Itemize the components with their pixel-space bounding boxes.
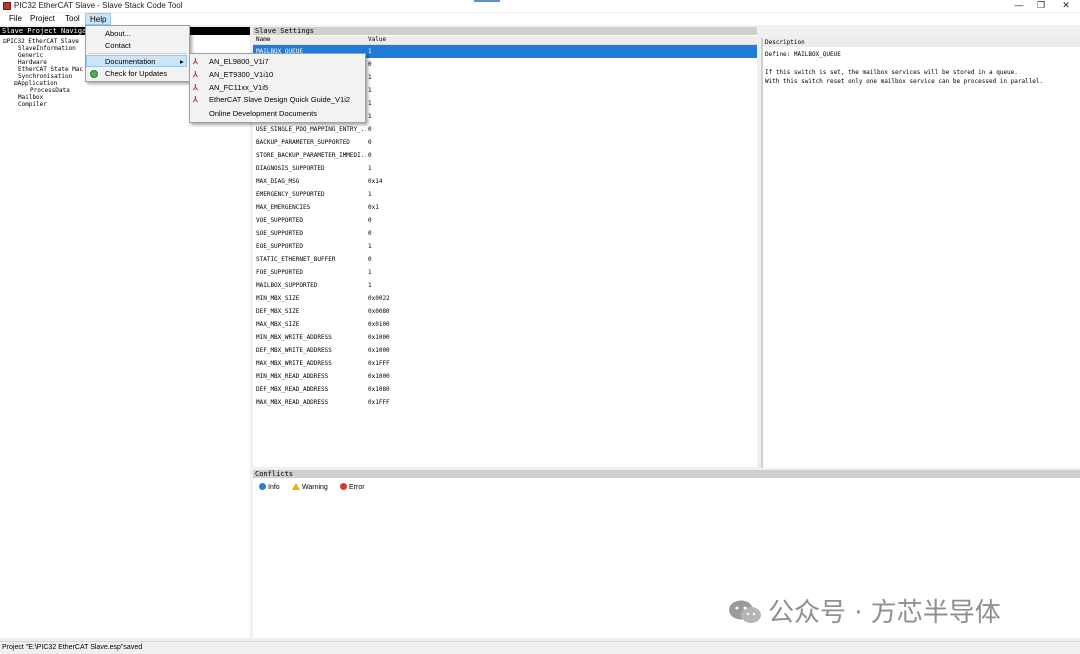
warning-icon bbox=[292, 483, 300, 490]
doc-item-an-el9800[interactable]: ⅄ AN_EL9800_V1i7 bbox=[190, 56, 363, 68]
table-row[interactable]: DEF_MBX_SIZE 0x0080 bbox=[253, 305, 757, 318]
conflicts-tab-error[interactable]: Error bbox=[340, 483, 365, 492]
tree-item-hardware[interactable]: Hardware bbox=[18, 59, 47, 66]
tree-item-processdata[interactable]: ProcessData bbox=[30, 87, 70, 94]
pdf-icon: ⅄ bbox=[193, 70, 198, 79]
info-icon bbox=[259, 483, 266, 490]
table-row[interactable]: VOE_SUPPORTED 0 bbox=[253, 214, 757, 227]
help-menu: About... Contact Documentation ▸ Check f… bbox=[85, 25, 190, 82]
doc-item-an-fc11xx[interactable]: ⅄ AN_FC11xx_V1i5 bbox=[190, 82, 363, 94]
menu-item-documentation[interactable]: Documentation ▸ bbox=[86, 55, 187, 67]
table-row[interactable]: MAX_MBX_SIZE 0x0100 bbox=[253, 318, 757, 331]
tree-item-synchronisation[interactable]: Synchronisation bbox=[18, 73, 72, 80]
menu-help[interactable]: Help bbox=[85, 13, 112, 25]
error-icon bbox=[340, 483, 347, 490]
tree-item-mailbox[interactable]: Mailbox bbox=[18, 94, 43, 101]
window-title: PIC32 EtherCAT Slave - Slave Stack Code … bbox=[14, 1, 183, 10]
table-row[interactable]: EOE_SUPPORTED 1 bbox=[253, 240, 757, 253]
tree-root[interactable]: ⊟PIC32 EtherCAT Slave bbox=[3, 38, 79, 45]
menu-bar: File Project Tool Help bbox=[0, 13, 1080, 25]
status-bar: Project "E:\PIC32 EtherCAT Slave.esp"sav… bbox=[0, 641, 1080, 653]
pdf-icon: ⅄ bbox=[193, 83, 198, 92]
settings-column-header: Name Value bbox=[253, 36, 757, 45]
title-accent bbox=[474, 0, 500, 2]
menu-file[interactable]: File bbox=[5, 13, 26, 25]
menu-separator bbox=[88, 53, 187, 54]
table-row[interactable]: MAX_MBX_READ_ADDRESS 0x1FFF bbox=[253, 396, 757, 409]
table-row[interactable]: DEF_MBX_READ_ADDRESS 0x1080 bbox=[253, 383, 757, 396]
description-text-line2: With this switch reset only one mailbox … bbox=[765, 78, 1044, 85]
table-row[interactable]: DIAGNOSIS_SUPPORTED 1 bbox=[253, 162, 757, 175]
tree-item-compiler[interactable]: Compiler bbox=[18, 101, 47, 108]
menu-item-about[interactable]: About... bbox=[105, 28, 131, 40]
menu-project[interactable]: Project bbox=[26, 13, 59, 25]
description-title: Description bbox=[763, 38, 1080, 47]
table-row[interactable]: DEF_MBX_WRITE_ADDRESS 0x1000 bbox=[253, 344, 757, 357]
table-row[interactable]: MIN_MBX_READ_ADDRESS 0x1000 bbox=[253, 370, 757, 383]
menu-item-contact[interactable]: Contact bbox=[105, 40, 131, 52]
doc-item-quick-guide[interactable]: ⅄ EtherCAT Slave Design Quick Guide_V1i2 bbox=[190, 94, 363, 106]
conflicts-tab-info[interactable]: Info bbox=[259, 483, 280, 492]
table-row[interactable]: MIN_MBX_WRITE_ADDRESS 0x1000 bbox=[253, 331, 757, 344]
table-row[interactable]: SOE_SUPPORTED 0 bbox=[253, 227, 757, 240]
tree-item-application[interactable]: ⊟Application bbox=[14, 80, 57, 87]
maximize-button[interactable]: ❐ bbox=[1030, 0, 1052, 12]
table-row[interactable]: MAILBOX_SUPPORTED 1 bbox=[253, 279, 757, 292]
table-row[interactable]: MIN_MBX_SIZE 0x0022 bbox=[253, 292, 757, 305]
doc-item-an-et9300[interactable]: ⅄ AN_ET9300_V1i10 bbox=[190, 69, 363, 81]
menu-tool[interactable]: Tool bbox=[61, 13, 84, 25]
settings-title: Slave Settings bbox=[253, 27, 757, 35]
table-row[interactable]: FOE_SUPPORTED 1 bbox=[253, 266, 757, 279]
description-text-line1: If this switch is set, the mailbox servi… bbox=[765, 69, 1018, 76]
tree-item-generic[interactable]: Generic bbox=[18, 52, 43, 59]
pdf-icon: ⅄ bbox=[193, 57, 198, 66]
table-row[interactable]: USE_SINGLE_PDO_MAPPING_ENTRY_... 0 bbox=[253, 123, 757, 136]
watermark: 公众号 · 方芯半导体 bbox=[728, 592, 1001, 629]
pdf-icon: ⅄ bbox=[193, 95, 198, 104]
menu-item-check-for-updates[interactable]: Check for Updates bbox=[86, 68, 187, 80]
conflicts-title: Conflicts bbox=[253, 470, 1080, 478]
table-row[interactable]: MAX_DIAG_MSG 0x14 bbox=[253, 175, 757, 188]
title-bar: PIC32 EtherCAT Slave - Slave Stack Code … bbox=[0, 0, 1080, 12]
column-name[interactable]: Name bbox=[256, 36, 270, 44]
table-row[interactable]: MAX_EMERGENCIES 0x1 bbox=[253, 201, 757, 214]
conflicts-tab-warning[interactable]: Warning bbox=[292, 483, 328, 492]
update-icon bbox=[90, 70, 98, 78]
table-row[interactable]: STORE_BACKUP_PARAMETER_IMMEDI... 0 bbox=[253, 149, 757, 162]
column-value[interactable]: Value bbox=[368, 36, 386, 44]
submenu-arrow-icon: ▸ bbox=[180, 57, 184, 66]
doc-item-online-documents[interactable]: Online Development Documents bbox=[190, 108, 363, 120]
close-button[interactable]: ✕ bbox=[1055, 0, 1077, 12]
description-define: Define: MAILBOX_QUEUE bbox=[765, 51, 841, 58]
tree-item-ethercat-state-machine[interactable]: EtherCAT State Mac bbox=[18, 66, 83, 73]
table-row[interactable]: BACKUP_PARAMETER_SUPPORTED 0 bbox=[253, 136, 757, 149]
minimize-button[interactable]: — bbox=[1008, 0, 1030, 12]
table-row[interactable]: EMERGENCY_SUPPORTED 1 bbox=[253, 188, 757, 201]
app-icon bbox=[3, 2, 11, 10]
table-row[interactable]: STATIC_ETHERNET_BUFFER 0 bbox=[253, 253, 757, 266]
tree-item-slaveinformation[interactable]: SlaveInformation bbox=[18, 45, 76, 52]
description-panel: Description Define: MAILBOX_QUEUE If thi… bbox=[761, 38, 1080, 468]
wechat-logo-icon bbox=[729, 600, 761, 623]
table-row[interactable]: MAX_MBX_WRITE_ADDRESS 0x1FFF bbox=[253, 357, 757, 370]
documentation-submenu: ⅄ AN_EL9800_V1i7 ⅄ AN_ET9300_V1i10 ⅄ AN_FC1… bbox=[189, 53, 366, 123]
